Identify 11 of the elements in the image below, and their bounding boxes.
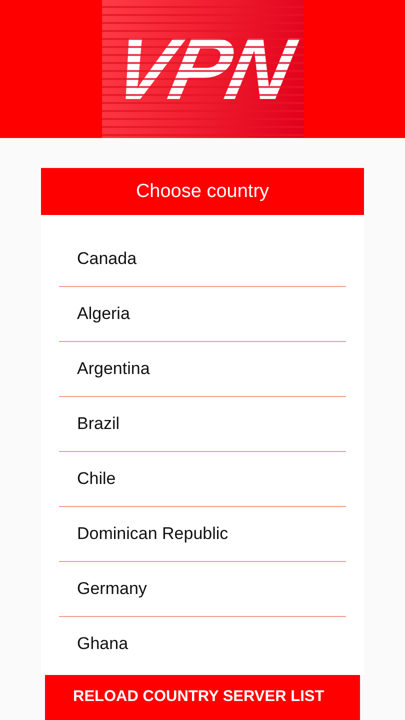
country-item[interactable]: Brazil	[59, 397, 346, 452]
panel-title: Choose country	[41, 168, 364, 215]
country-item[interactable]: Ghana	[59, 617, 346, 671]
reload-button[interactable]: RELOAD COUNTRY SERVER LIST	[45, 675, 360, 720]
country-item[interactable]: Algeria	[59, 287, 346, 342]
country-item[interactable]: Argentina	[59, 342, 346, 397]
country-item[interactable]: Chile	[59, 452, 346, 507]
country-item[interactable]: Germany	[59, 562, 346, 617]
vpn-logo: VPN	[102, 0, 304, 138]
country-item[interactable]: Canada	[59, 232, 346, 287]
country-item[interactable]: Dominican Republic	[59, 507, 346, 562]
